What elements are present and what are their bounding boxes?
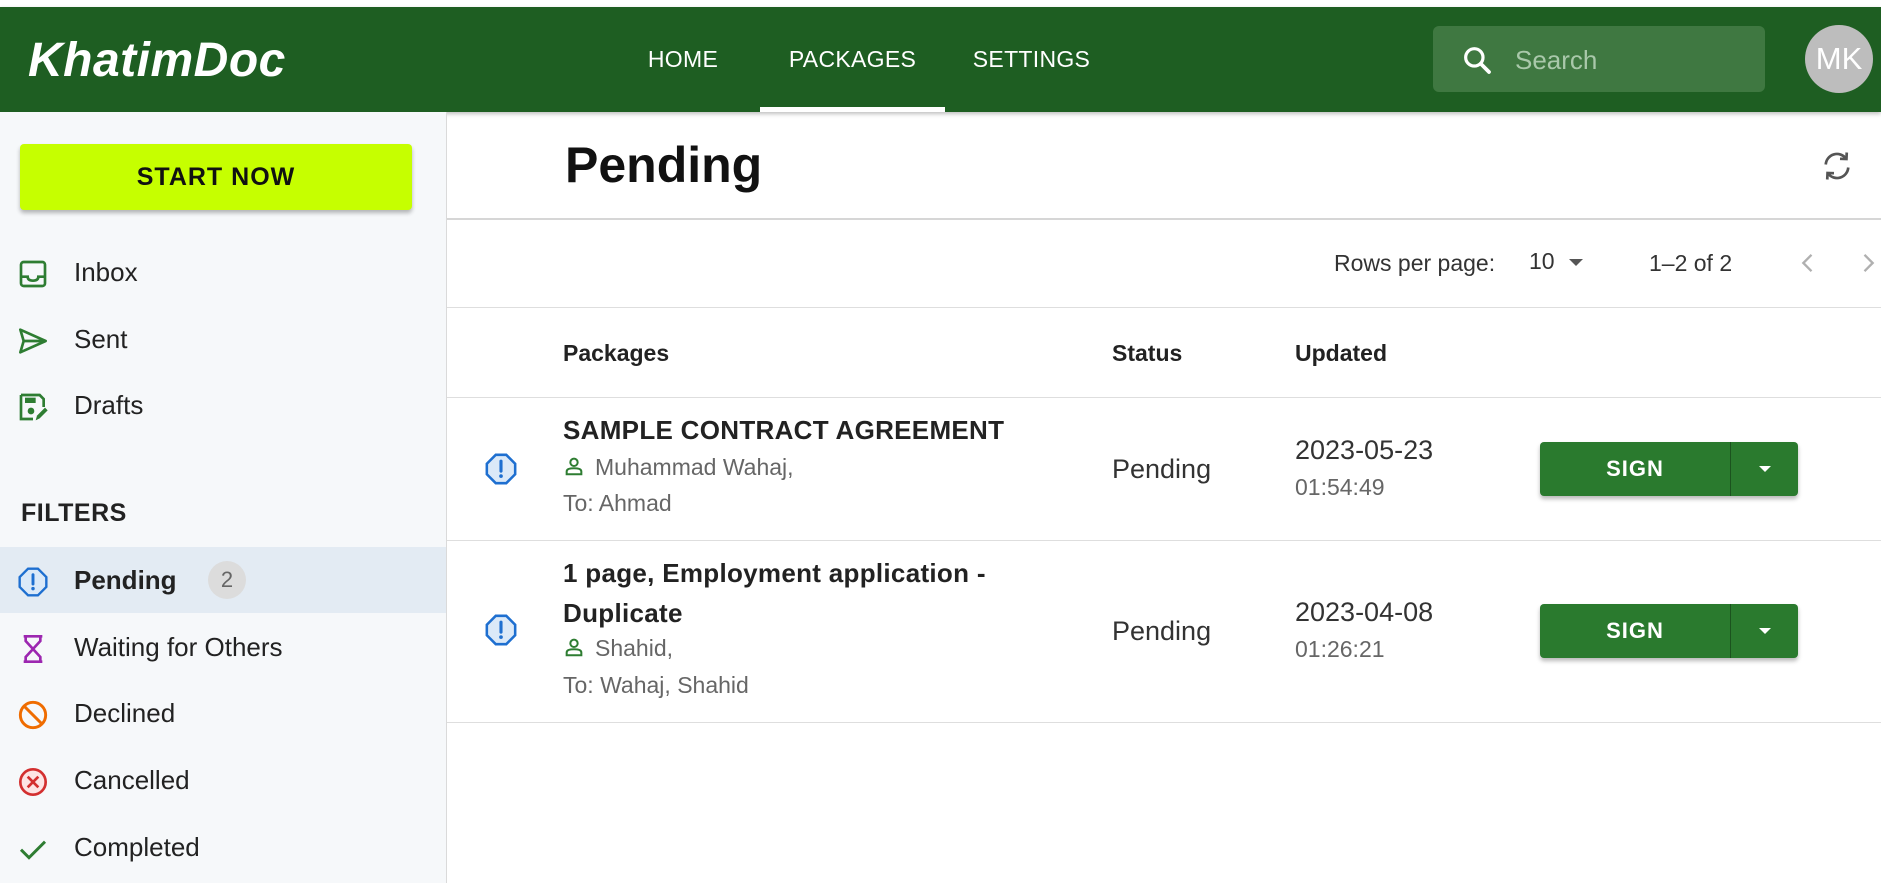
filter-item-completed[interactable]: Completed [0,814,446,880]
person-icon [565,457,583,476]
nav-home[interactable]: HOME [624,7,742,112]
hourglass-icon [23,635,43,663]
send-icon [19,328,47,354]
search-input[interactable] [1513,38,1757,82]
nav-packages-label: PACKAGES [788,46,917,72]
pending-icon [18,567,48,597]
sidebar-item-label: Inbox [74,257,138,287]
package-title[interactable]: 1 page, Employment application - Duplica… [563,553,1023,633]
package-sender: Shahid, [563,635,673,662]
rows-per-page-select[interactable]: 10 [1529,248,1583,275]
chevron-right-icon[interactable] [1854,248,1881,278]
package-date: 2023-05-23 [1295,435,1434,465]
package-sender: Muhammad Wahaj, [563,454,794,481]
cancelled-icon [19,768,47,796]
column-header-status[interactable]: Status [1112,340,1182,367]
filter-item-cancelled[interactable]: Cancelled [0,747,446,813]
search-box[interactable] [1433,26,1765,92]
check-icon [19,840,47,860]
package-title[interactable]: SAMPLE CONTRACT AGREEMENT [563,410,1083,450]
nav-home-label: HOME [647,46,719,72]
table-row[interactable]: SAMPLE CONTRACT AGREEMENT Muhammad Wahaj… [447,398,1881,541]
sender-name: Shahid, [595,635,674,661]
declined-icon [18,700,48,730]
top-strip [0,0,1881,7]
sidebar-item-label: Declined [74,698,176,728]
person-icon [565,638,583,657]
sign-button[interactable]: SIGN [1540,604,1730,658]
sidebar: START NOW Inbox Sent Drafts FILTERS Pend… [0,112,447,883]
table-row[interactable]: 1 page, Employment application - Duplica… [447,541,1881,723]
refresh-icon[interactable] [1819,148,1855,184]
nav-settings[interactable]: SETTINGS [960,7,1103,112]
pending-icon [485,453,517,485]
sign-options-dropdown[interactable] [1731,604,1798,658]
sidebar-item-label: Cancelled [74,765,190,795]
package-time: 01:54:49 [1295,474,1385,500]
caret-down-icon [1758,628,1771,634]
package-recipients: To: Ahmad [563,490,672,516]
app-bar: KhatimDoc HOME PACKAGES SETTINGS MK [0,7,1881,112]
sidebar-item-label: Drafts [74,390,144,420]
sign-options-dropdown[interactable] [1731,442,1798,496]
filter-item-pending[interactable]: Pending 2 [0,547,446,613]
package-status: Pending [1112,616,1212,646]
pending-icon [485,614,517,646]
search-icon [1464,47,1491,74]
title-divider [447,218,1881,220]
rows-per-page-value: 10 [1529,248,1555,274]
sidebar-item-sent[interactable]: Sent [0,306,446,372]
nav-packages[interactable]: PACKAGES [760,7,945,112]
main-content: Pending Rows per page: 10 1–2 of 2 Packa… [447,112,1881,883]
drafts-icon [19,393,48,421]
pagination-range: 1–2 of 2 [1649,250,1733,276]
chevron-left-icon[interactable] [1794,248,1822,278]
caret-down-icon [1569,259,1583,266]
nav-settings-label: SETTINGS [972,46,1091,72]
package-date: 2023-04-08 [1295,597,1434,627]
package-recipients: To: Wahaj, Shahid [563,672,749,698]
sidebar-item-drafts[interactable]: Drafts [0,372,446,438]
page-title: Pending [565,137,763,193]
app-logo[interactable]: KhatimDoc [28,33,286,88]
user-avatar[interactable]: MK [1805,25,1873,93]
sender-name: Muhammad Wahaj, [595,454,794,480]
start-now-button[interactable]: START NOW [20,144,412,210]
rows-per-page-label: Rows per page: [1334,250,1496,276]
column-header-updated[interactable]: Updated [1295,340,1387,367]
filter-item-waiting[interactable]: Waiting for Others [0,614,446,680]
package-status: Pending [1112,454,1212,484]
filters-heading: FILTERS [21,499,127,527]
sidebar-item-label: Waiting for Others [74,632,283,662]
sidebar-item-label: Pending [74,565,177,595]
caret-down-icon [1758,466,1771,472]
sidebar-item-label: Completed [74,832,200,862]
sign-button-group: SIGN [1540,604,1798,658]
column-header-packages[interactable]: Packages [563,340,669,367]
package-time: 01:26:21 [1295,636,1385,662]
sign-button[interactable]: SIGN [1540,442,1730,496]
sidebar-item-inbox[interactable]: Inbox [0,239,446,305]
inbox-icon [19,260,47,288]
filter-item-declined[interactable]: Declined [0,680,446,746]
pending-count-badge: 2 [208,561,246,599]
sign-button-group: SIGN [1540,442,1798,496]
sidebar-item-label: Sent [74,324,128,354]
pagination-divider [447,307,1881,308]
